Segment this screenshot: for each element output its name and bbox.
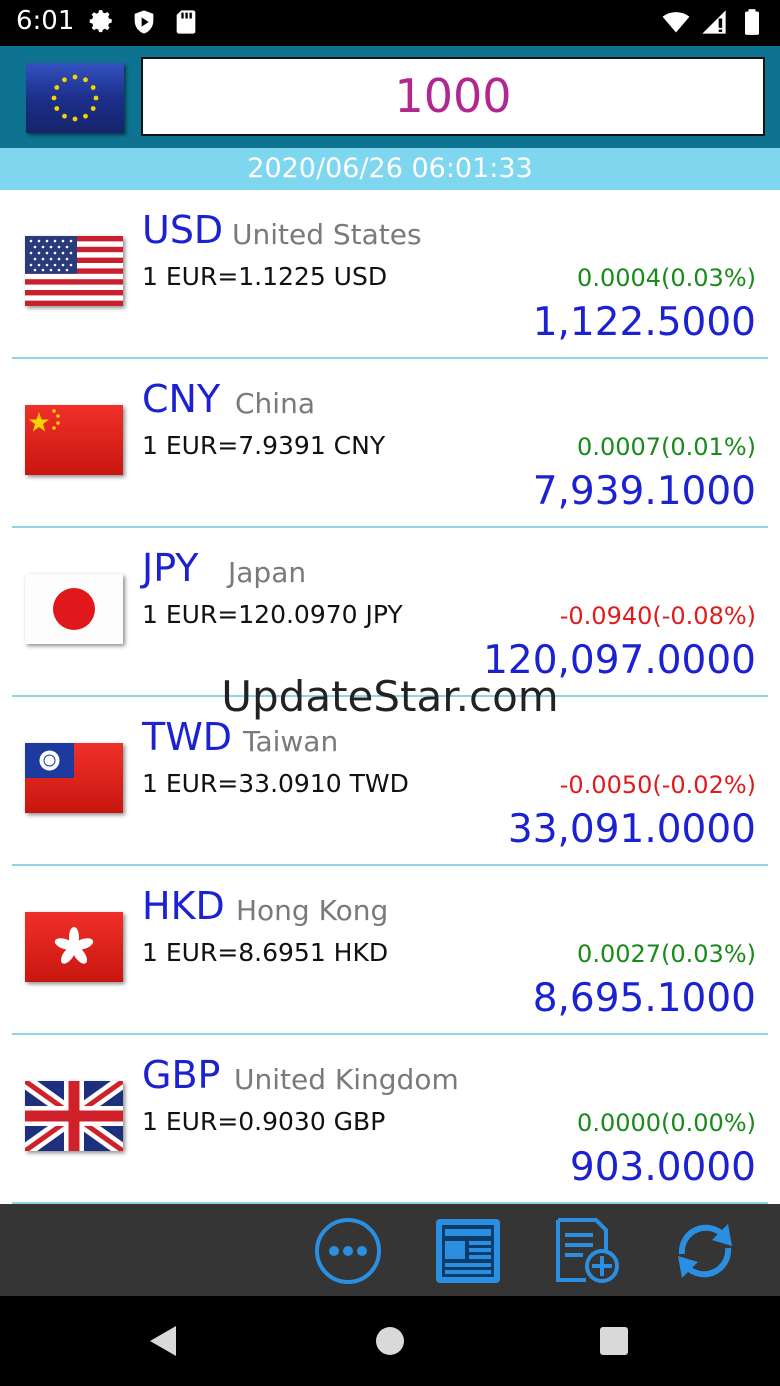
recents-icon[interactable]	[597, 1324, 631, 1358]
bottom-toolbar	[0, 1204, 780, 1296]
currency-row-cny[interactable]: CNY China 1 EUR=7.9391 CNY 0.0007(0.01%)…	[0, 359, 780, 528]
update-timestamp: 2020/06/26 06:01:33	[0, 148, 780, 190]
news-icon	[436, 1219, 500, 1283]
currency-code: GBP	[142, 1053, 221, 1097]
country-name: Japan	[228, 556, 307, 589]
add-currency-button[interactable]	[552, 1216, 622, 1286]
rate-change: 0.0027(0.03%)	[577, 940, 756, 968]
home-icon[interactable]	[373, 1324, 407, 1358]
rate-change: -0.0050(-0.02%)	[559, 771, 756, 799]
currency-row-jpy[interactable]: JPY Japan 1 EUR=120.0970 JPY -0.0940(-0.…	[0, 528, 780, 697]
currency-row-usd[interactable]: USD United States 1 EUR=1.1225 USD 0.000…	[0, 190, 780, 359]
shield-play-icon	[134, 10, 154, 34]
currency-list: USD United States 1 EUR=1.1225 USD 0.000…	[0, 190, 780, 1204]
exchange-rate: 1 EUR=1.1225 USD	[142, 262, 388, 291]
exchange-rate: 1 EUR=33.0910 TWD	[142, 769, 409, 798]
cn-flag-icon	[25, 405, 123, 475]
signal-icon	[702, 10, 726, 34]
eu-flag-icon[interactable]	[26, 63, 124, 133]
hk-flag-icon	[25, 912, 123, 982]
sd-card-icon	[176, 10, 196, 34]
country-name: United States	[232, 218, 422, 251]
amount-input[interactable]: 1000	[141, 57, 765, 136]
more-icon	[315, 1218, 381, 1284]
jp-flag-icon	[25, 574, 123, 644]
add-list-icon	[556, 1218, 619, 1283]
gb-flag-graphic	[25, 1081, 123, 1151]
rate-change: 0.0004(0.03%)	[577, 264, 756, 292]
converted-amount: 1,122.5000	[532, 300, 756, 345]
exchange-rate: 1 EUR=120.0970 JPY	[142, 600, 403, 629]
country-name: Hong Kong	[236, 894, 389, 927]
header: 1000	[0, 46, 780, 148]
exchange-rate: 1 EUR=7.9391 CNY	[142, 431, 386, 460]
cn-flag-graphic	[25, 405, 123, 475]
status-icons-right	[662, 8, 766, 36]
rate-change: 0.0007(0.01%)	[577, 433, 756, 461]
more-options-button[interactable]	[313, 1216, 383, 1286]
currency-row-hkd[interactable]: HKD Hong Kong 1 EUR=8.6951 HKD 0.0027(0.…	[0, 866, 780, 1035]
us-flag-icon	[25, 236, 123, 306]
news-button[interactable]	[433, 1216, 503, 1286]
currency-code: USD	[142, 208, 224, 252]
exchange-rate: 1 EUR=8.6951 HKD	[142, 938, 389, 967]
currency-code: HKD	[142, 884, 225, 928]
rate-change: 0.0000(0.00%)	[577, 1109, 756, 1137]
currency-code: JPY	[142, 546, 199, 590]
us-flag-graphic	[25, 236, 123, 306]
refresh-icon	[678, 1224, 732, 1278]
battery-icon	[745, 9, 759, 35]
status-time: 6:01	[16, 6, 75, 36]
currency-code: CNY	[142, 377, 221, 421]
wifi-icon	[662, 12, 690, 33]
status-bar: 6:01	[0, 0, 780, 46]
converted-amount: 33,091.0000	[507, 807, 756, 852]
hk-flag-graphic	[25, 912, 123, 982]
currency-code: TWD	[142, 715, 233, 759]
eu-flag-graphic	[26, 63, 124, 133]
gb-flag-icon	[25, 1081, 123, 1151]
refresh-button[interactable]	[670, 1216, 740, 1286]
converted-amount: 8,695.1000	[532, 976, 756, 1021]
tw-flag-graphic	[25, 743, 123, 813]
converted-amount: 120,097.0000	[483, 638, 756, 683]
currency-row-twd[interactable]: TWD Taiwan 1 EUR=33.0910 TWD -0.0050(-0.…	[0, 697, 780, 866]
country-name: China	[235, 387, 315, 420]
converted-amount: 903.0000	[569, 1145, 756, 1190]
currency-row-gbp[interactable]: GBP United Kingdom 1 EUR=0.9030 GBP 0.00…	[0, 1035, 780, 1204]
gear-icon	[89, 10, 112, 33]
exchange-rate: 1 EUR=0.9030 GBP	[142, 1107, 386, 1136]
country-name: Taiwan	[243, 725, 339, 758]
jp-flag-graphic	[25, 574, 123, 644]
back-icon[interactable]	[146, 1324, 180, 1358]
tw-flag-icon	[25, 743, 123, 813]
rate-change: -0.0940(-0.08%)	[559, 602, 756, 630]
country-name: United Kingdom	[234, 1063, 459, 1096]
status-icons-left	[88, 8, 200, 36]
converted-amount: 7,939.1000	[532, 469, 756, 514]
navigation-bar	[0, 1296, 780, 1386]
